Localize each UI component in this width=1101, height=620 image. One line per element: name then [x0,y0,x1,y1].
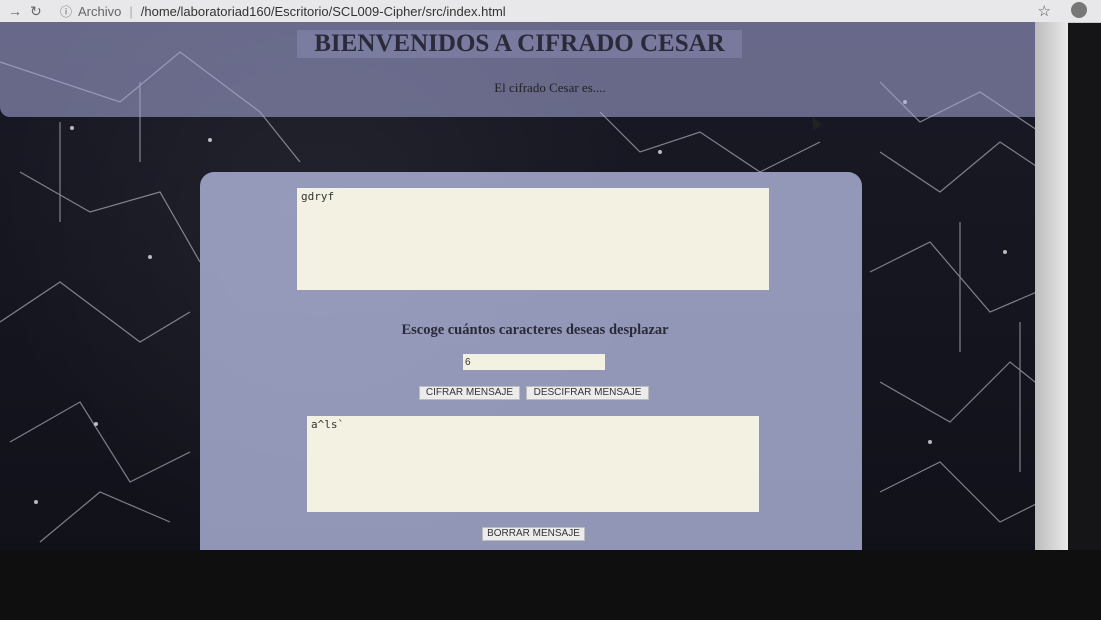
star-icon[interactable]: ☆ [1038,2,1051,20]
back-arrow-icon[interactable]: → [8,3,22,19]
scrollbar[interactable] [1035,22,1068,550]
shift-label: Escoge cuántos caracteres deseas desplaz… [401,322,669,338]
result-output[interactable]: a^ls` [307,416,759,512]
info-icon[interactable]: ⓘ [60,3,72,20]
message-input[interactable]: gdryf [297,188,769,290]
decrypt-button[interactable]: DESCIFRAR MENSAJE [526,386,649,400]
cipher-card: gdryf Escoge cuántos caracteres deseas d… [200,172,862,550]
origin-label: Archivo [78,3,122,19]
clear-button[interactable]: BORRAR MENSAJE [482,527,585,541]
page-subtitle: El cifrado Cesar es.... [494,80,606,95]
profile-avatar[interactable] [1071,2,1087,18]
reload-icon[interactable]: ↻ [30,3,44,20]
shift-input[interactable] [463,354,605,370]
address-bar[interactable]: /home/laboratoriad160/Escritorio/SCL009-… [141,4,506,19]
monitor-bezel [0,550,1101,620]
url-separator: | [129,3,133,19]
page-viewport: BIENVENIDOS A CIFRADO CESAR El cifrado C… [0,22,1068,550]
encrypt-button[interactable]: CIFRAR MENSAJE [419,386,520,400]
page-title: BIENVENIDOS A CIFRADO CESAR [297,30,742,58]
header-panel: BIENVENIDOS A CIFRADO CESAR El cifrado C… [0,22,1068,117]
browser-toolbar: → ↻ ⓘ Archivo | /home/laboratoriad160/Es… [0,0,1101,23]
